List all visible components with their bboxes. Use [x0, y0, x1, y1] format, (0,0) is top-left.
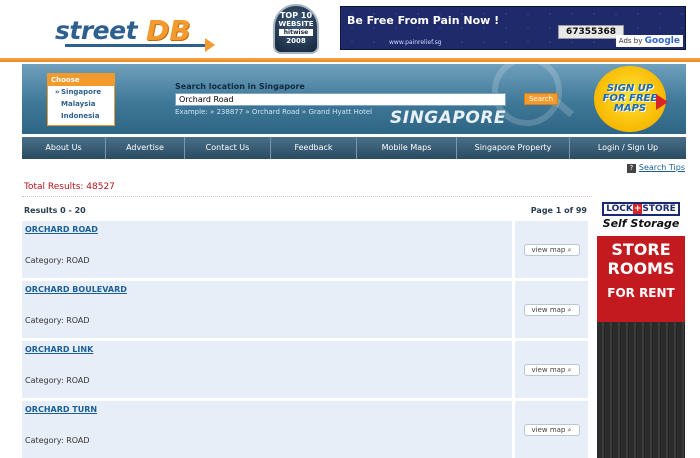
logo-arrow-shaft — [65, 44, 207, 47]
main-nav: About Us Advertise Contact Us Feedback M… — [22, 137, 686, 159]
lock-store-side-ad[interactable]: LOCK+STORE Self Storage STORE ROOMS FOR … — [597, 198, 685, 458]
view-map-button[interactable]: view map ⌕ — [523, 303, 580, 316]
nav-feedback[interactable]: Feedback — [271, 137, 357, 159]
result-category: Category: ROAD — [25, 376, 90, 385]
side-ad-offer: STORE ROOMS FOR RENT — [597, 236, 685, 322]
view-map-button[interactable]: view map ⌕ — [523, 363, 580, 376]
badge-brand: hitwise — [279, 29, 313, 36]
ad-title: Be Free From Pain Now ! — [347, 14, 500, 27]
side-ad-tagline: Self Storage — [602, 217, 680, 230]
nav-mobile-maps[interactable]: Mobile Maps — [357, 137, 457, 159]
roller-shutter-image — [597, 322, 685, 458]
view-map-label: view map — [531, 365, 566, 374]
nav-about-us[interactable]: About Us — [22, 137, 106, 159]
results-range: Results 0 - 20 — [24, 206, 86, 215]
google-label: Google — [644, 36, 680, 46]
result-title-link[interactable]: ORCHARD LINK — [25, 345, 93, 354]
view-map-button[interactable]: view map ⌕ — [523, 243, 580, 256]
ad-url: www.painrelief.sg — [389, 39, 442, 46]
side-ad-line3: FOR RENT — [607, 286, 675, 300]
badge-line2: WEBSITE — [278, 20, 314, 28]
result-main: ORCHARD TURN Category: ROAD — [22, 401, 512, 458]
lock-store-logo: LOCK+STORE — [602, 202, 680, 216]
magnifier-icon: ⌕ — [567, 305, 572, 314]
page-info: Page 1 of 99 — [530, 206, 587, 215]
search-input[interactable] — [175, 93, 506, 106]
country-selector: Choose country Singapore Malaysia Indone… — [47, 73, 115, 126]
result-actions: view map ⌕ — [515, 221, 588, 278]
results-list: ORCHARD ROAD Category: ROAD view map ⌕ O… — [22, 221, 588, 458]
ads-by-google[interactable]: Ads by Google — [615, 35, 683, 47]
search-band: Choose country Singapore Malaysia Indone… — [22, 64, 686, 134]
brand-plus: + — [632, 204, 643, 214]
country-option-indonesia[interactable]: Indonesia — [48, 110, 114, 122]
logo-text-db: DB — [146, 14, 191, 47]
results-divider — [22, 196, 592, 197]
result-row: ORCHARD ROAD Category: ROAD view map ⌕ — [22, 221, 588, 278]
result-title-link[interactable]: ORCHARD ROAD — [25, 225, 98, 234]
nav-contact-us[interactable]: Contact Us — [185, 137, 271, 159]
country-option-malaysia[interactable]: Malaysia — [48, 98, 114, 110]
result-title-link[interactable]: ORCHARD TURN — [25, 405, 97, 414]
result-row: ORCHARD TURN Category: ROAD view map ⌕ — [22, 401, 588, 458]
result-actions: view map ⌕ — [515, 341, 588, 398]
magnifier-icon: ⌕ — [567, 245, 572, 254]
nav-singapore-property[interactable]: Singapore Property — [457, 137, 570, 159]
logo-text-street: street — [55, 16, 138, 45]
streetdb-logo[interactable]: street DB — [55, 12, 215, 54]
total-results: Total Results: 48527 — [24, 182, 115, 192]
result-main: ORCHARD ROAD Category: ROAD — [22, 221, 512, 278]
result-row: ORCHARD LINK Category: ROAD view map ⌕ — [22, 341, 588, 398]
nav-login-signup[interactable]: Login / Sign Up — [570, 137, 686, 159]
view-map-button[interactable]: view map ⌕ — [523, 423, 580, 436]
magnifier-icon: ⌕ — [567, 365, 572, 374]
result-actions: view map ⌕ — [515, 281, 588, 338]
side-ad-line2: ROOMS — [607, 259, 675, 278]
magnifier-icon: ⌕ — [567, 425, 572, 434]
view-map-label: view map — [531, 245, 566, 254]
results-header: Results 0 - 20 Page 1 of 99 — [24, 206, 587, 215]
header-divider — [0, 58, 700, 62]
search-tips-link[interactable]: ? Search Tips — [626, 163, 685, 173]
result-category: Category: ROAD — [25, 316, 90, 325]
view-map-label: view map — [531, 425, 566, 434]
result-category: Category: ROAD — [25, 436, 90, 445]
result-main: ORCHARD LINK Category: ROAD — [22, 341, 512, 398]
top-header: street DB TOP 10 WEBSITE hitwise 2008 Be… — [0, 0, 700, 62]
badge-line1: TOP 10 — [279, 11, 313, 20]
result-category: Category: ROAD — [25, 256, 90, 265]
red-arrow-icon — [656, 94, 668, 110]
brand-left: LOCK — [606, 204, 633, 214]
side-ad-line1: STORE — [611, 240, 671, 259]
search-example: Example: » 238877 » Orchard Road » Grand… — [175, 108, 373, 116]
region-title: SINGAPORE — [390, 108, 507, 128]
logo-arrow-icon — [205, 38, 215, 52]
result-row: ORCHARD BOULEVARD Category: ROAD view ma… — [22, 281, 588, 338]
country-option-singapore[interactable]: Singapore — [48, 86, 114, 98]
result-title-link[interactable]: ORCHARD BOULEVARD — [25, 285, 127, 294]
nav-advertise[interactable]: Advertise — [106, 137, 185, 159]
brand-right: STORE — [642, 204, 676, 214]
result-actions: view map ⌕ — [515, 401, 588, 458]
ad-phone: 67355368 — [558, 25, 624, 39]
badge-year: 2008 — [286, 37, 306, 45]
help-icon: ? — [626, 164, 636, 173]
view-map-label: view map — [531, 305, 566, 314]
signup-free-maps-button[interactable]: SIGN UP FOR FREE MAPS — [594, 66, 668, 132]
result-main: ORCHARD BOULEVARD Category: ROAD — [22, 281, 512, 338]
ads-by-label: Ads by — [618, 37, 643, 45]
country-heading: Choose country — [48, 74, 114, 94]
signup-line3: MAPS — [613, 103, 647, 114]
side-ad-brand-area: LOCK+STORE Self Storage — [597, 198, 685, 236]
pain-relief-ad-banner[interactable]: Be Free From Pain Now ! www.painrelief.s… — [340, 6, 686, 50]
search-button[interactable]: Search — [524, 93, 558, 105]
search-label: Search location in Singapore — [175, 82, 305, 91]
search-tips-label: Search Tips — [638, 163, 685, 172]
top10-website-badge: TOP 10 WEBSITE hitwise 2008 — [273, 4, 319, 54]
